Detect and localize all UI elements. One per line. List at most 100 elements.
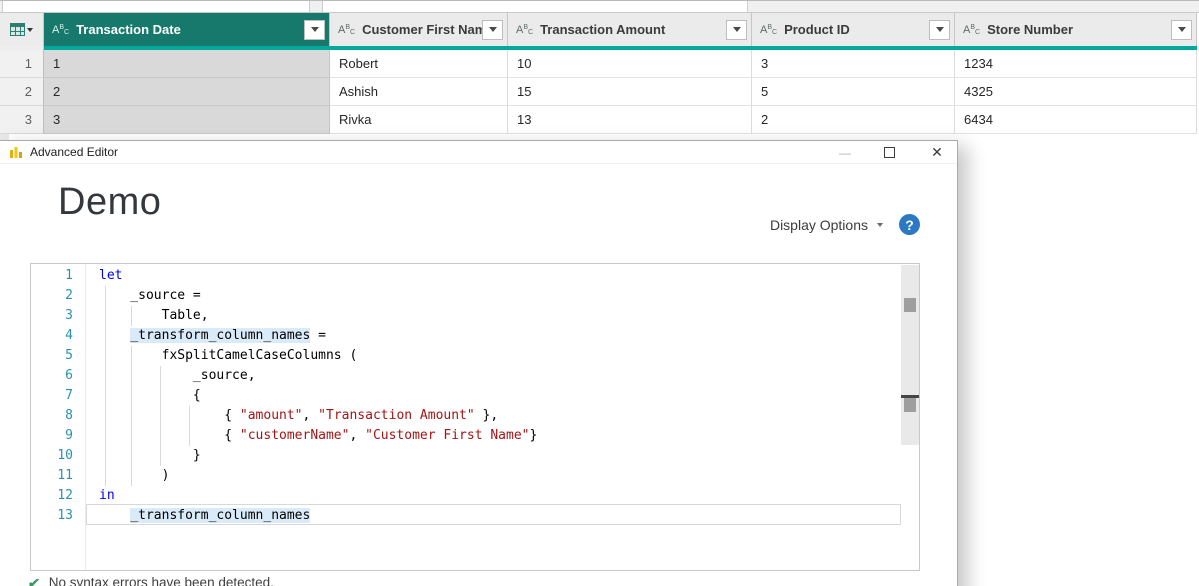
code-line: { xyxy=(99,388,201,403)
line-number: 1 xyxy=(65,268,73,283)
line-number: 12 xyxy=(57,488,73,503)
filter-dropdown-icon xyxy=(1177,27,1186,32)
close-button[interactable]: ✕ xyxy=(928,143,946,162)
row-number[interactable]: 3 xyxy=(0,106,44,134)
column-header-transaction-date[interactable]: ABC Transaction Date xyxy=(44,13,330,46)
table-cell[interactable]: 3 xyxy=(752,50,955,78)
filter-dropdown-icon xyxy=(310,27,319,32)
column-label: Transaction Amount xyxy=(540,22,666,37)
power-bi-icon xyxy=(10,147,22,158)
line-number: 4 xyxy=(65,328,73,343)
scrollbar-thumb[interactable] xyxy=(901,265,919,445)
code-line: _transform_column_names = xyxy=(130,328,326,343)
filter-button[interactable] xyxy=(482,19,503,40)
display-options-row: Display Options ? xyxy=(770,214,920,235)
help-icon[interactable]: ? xyxy=(899,214,920,235)
code-line: in xyxy=(99,488,115,503)
table-cell[interactable]: 15 xyxy=(508,78,752,106)
table-header-row: ABC Transaction Date ABC Customer First … xyxy=(0,13,1199,46)
table-menu-dropdown-icon xyxy=(27,27,33,32)
column-label: Product ID xyxy=(784,22,850,37)
dialog-titlebar: Advanced Editor — ✕ xyxy=(0,141,957,164)
row-number[interactable]: 1 xyxy=(0,50,44,78)
table-cell[interactable]: 2 xyxy=(752,106,955,134)
advanced-editor-dialog: Advanced Editor — ✕ Demo Display Options… xyxy=(0,140,958,586)
minimize-button[interactable]: — xyxy=(836,143,854,162)
code-line: _source = xyxy=(99,288,201,303)
filter-button[interactable] xyxy=(929,19,950,40)
scrollbar-occurrence-marker xyxy=(904,298,916,312)
line-number: 5 xyxy=(65,348,73,363)
table-row: 1 1 Robert 10 3 1234 xyxy=(0,50,1199,78)
filter-button[interactable] xyxy=(304,19,325,40)
line-number: 3 xyxy=(65,308,73,323)
table-cell[interactable]: 3 xyxy=(44,106,330,134)
code-line: fxSplitCamelCaseColumns ( xyxy=(99,348,358,363)
code-line: Table, xyxy=(99,308,209,323)
code-line: _transform_column_names xyxy=(130,508,311,523)
table-cell[interactable]: 10 xyxy=(508,50,752,78)
filter-dropdown-icon xyxy=(935,27,944,32)
table-cell[interactable]: 1 xyxy=(44,50,330,78)
status-message: No syntax errors have been detected. xyxy=(48,575,274,586)
table-grid-icon xyxy=(10,23,25,36)
column-header-transaction-amount[interactable]: ABC Transaction Amount xyxy=(508,13,752,46)
column-header-store-number[interactable]: ABC Store Number xyxy=(955,13,1197,46)
filter-dropdown-icon xyxy=(732,27,741,32)
text-type-icon: ABC xyxy=(338,23,356,36)
display-options-dropdown[interactable]: Display Options xyxy=(770,217,868,233)
text-type-icon: ABC xyxy=(760,23,778,36)
code-line: let xyxy=(99,268,123,283)
table-row: 2 2 Ashish 15 5 4325 xyxy=(0,78,1199,106)
text-type-icon: ABC xyxy=(963,23,981,36)
column-label: Transaction Date xyxy=(76,22,181,37)
column-label: Customer First Name xyxy=(362,22,482,37)
syntax-status: ✔ No syntax errors have been detected. xyxy=(26,575,274,586)
filter-dropdown-icon xyxy=(488,27,497,32)
table-cell[interactable]: 13 xyxy=(508,106,752,134)
column-header-product-id[interactable]: ABC Product ID xyxy=(752,13,955,46)
table-cell[interactable]: 2 xyxy=(44,78,330,106)
select-all-table-button[interactable] xyxy=(0,13,44,46)
table-cell[interactable]: 4325 xyxy=(955,78,1197,106)
maximize-icon xyxy=(883,147,895,158)
formula-bar-bottom-strip xyxy=(0,0,1199,13)
line-number: 6 xyxy=(65,368,73,383)
code-line: { "amount", "Transaction Amount" }, xyxy=(99,408,499,423)
table-cell[interactable]: 5 xyxy=(752,78,955,106)
query-name-heading: Demo xyxy=(58,181,162,223)
column-header-customer-first-name[interactable]: ABC Customer First Name xyxy=(330,13,508,46)
code-line: } xyxy=(99,448,201,463)
dialog-title: Advanced Editor xyxy=(30,145,119,159)
line-number: 13 xyxy=(57,508,73,523)
code-line: _source, xyxy=(99,368,256,383)
maximize-button[interactable] xyxy=(880,143,898,162)
table-cell[interactable]: Ashish xyxy=(330,78,508,106)
table-cell[interactable]: Rivka xyxy=(330,106,508,134)
line-number: 2 xyxy=(65,288,73,303)
scrollbar-occurrence-marker xyxy=(904,398,916,412)
power-query-editor: ABC Transaction Date ABC Customer First … xyxy=(0,0,1199,586)
filter-button[interactable] xyxy=(1171,19,1192,40)
table-row: 3 3 Rivka 13 2 6434 xyxy=(0,106,1199,134)
editor-scrollbar[interactable] xyxy=(901,264,919,570)
code-text-area[interactable]: let _source = Table, _transform_column_n… xyxy=(85,264,901,570)
line-number: 7 xyxy=(65,388,73,403)
line-number-gutter: 1 2 3 4 5 6 7 8 9 10 11 12 13 xyxy=(31,264,85,570)
text-type-icon: ABC xyxy=(52,23,70,36)
code-line: { "customerName", "Customer First Name"} xyxy=(99,428,538,443)
table-cell[interactable]: 6434 xyxy=(955,106,1197,134)
m-code-editor[interactable]: 1 2 3 4 5 6 7 8 9 10 11 12 13 let _sourc… xyxy=(30,263,920,571)
table-cell[interactable]: 1234 xyxy=(955,50,1197,78)
line-number: 11 xyxy=(57,468,73,483)
row-number[interactable]: 2 xyxy=(0,78,44,106)
line-number: 9 xyxy=(65,428,73,443)
line-number: 10 xyxy=(57,448,73,463)
table-cell[interactable]: Robert xyxy=(330,50,508,78)
check-icon: ✔ xyxy=(26,575,41,586)
text-type-icon: ABC xyxy=(516,23,534,36)
line-number: 8 xyxy=(65,408,73,423)
filter-button[interactable] xyxy=(726,19,747,40)
chevron-down-icon[interactable] xyxy=(877,222,883,227)
column-label: Store Number xyxy=(987,22,1074,37)
